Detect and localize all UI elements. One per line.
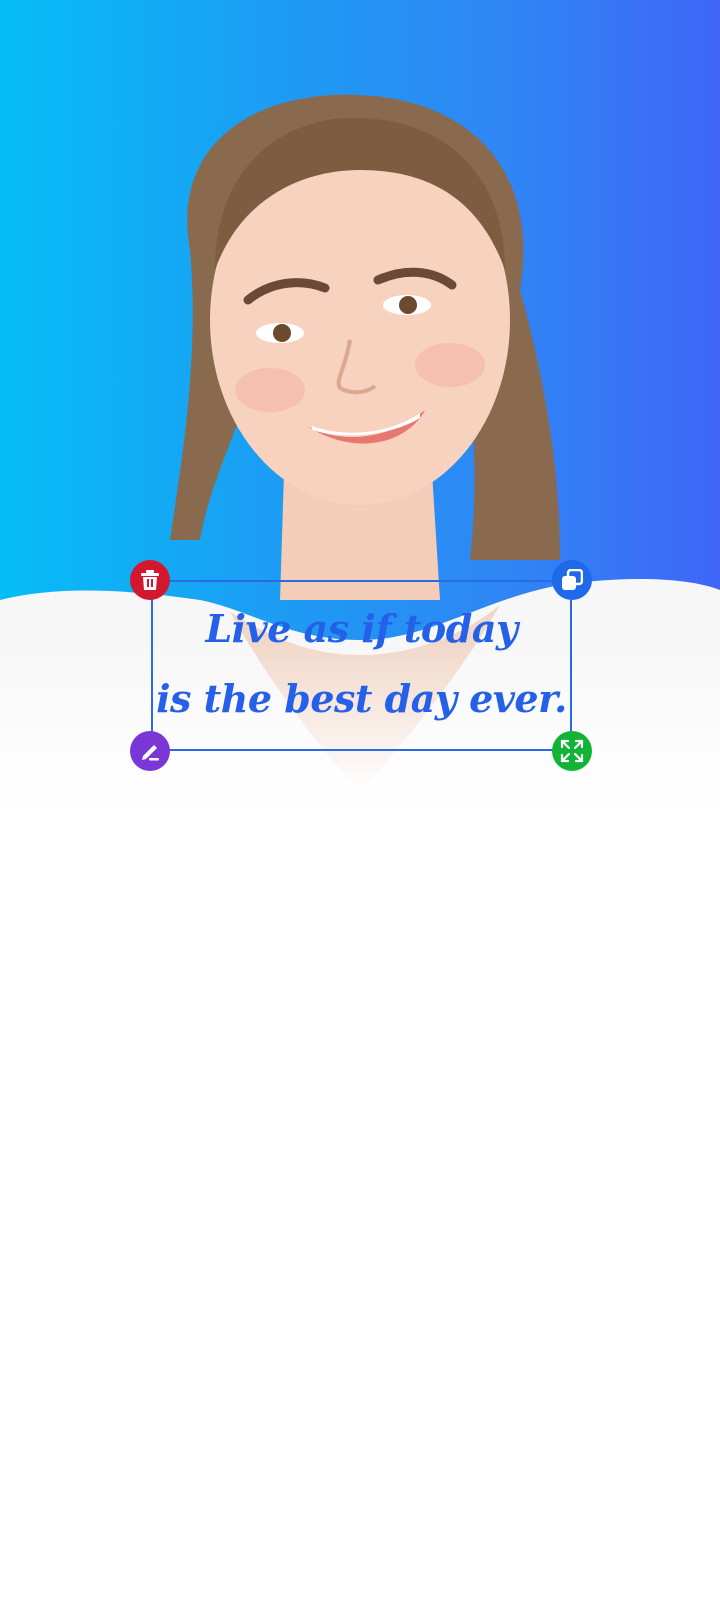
trash-icon — [141, 570, 159, 590]
resize-sticker-button[interactable] — [552, 731, 592, 771]
editor-canvas[interactable]: Live as if today is the best day ever. — [0, 0, 720, 1600]
copy-icon — [562, 569, 583, 590]
pencil-icon — [142, 745, 159, 761]
expand-icon — [560, 739, 584, 763]
edit-sticker-button[interactable] — [130, 731, 170, 771]
duplicate-sticker-button[interactable] — [552, 560, 592, 600]
sticker-line-1: Live as if today — [205, 606, 518, 651]
sticker-line-2: is the best day ever. — [156, 676, 567, 721]
text-sticker[interactable]: Live as if today is the best day ever. — [151, 594, 572, 734]
delete-sticker-button[interactable] — [130, 560, 170, 600]
